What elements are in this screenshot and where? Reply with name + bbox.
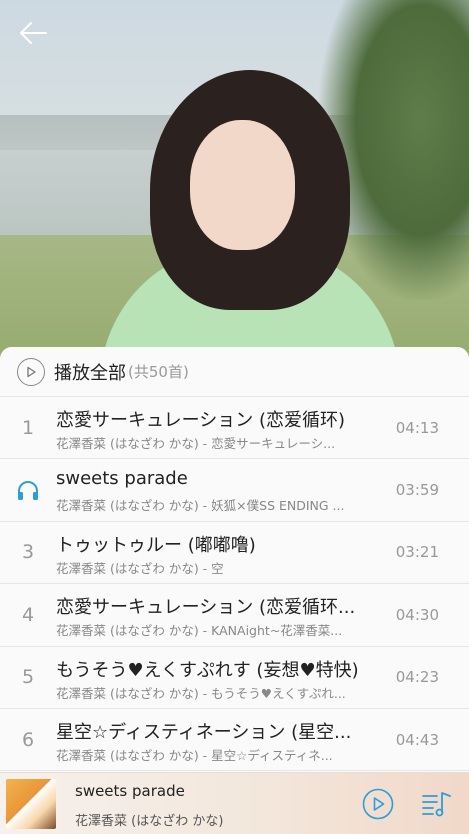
song-duration: 03:59 <box>395 481 439 500</box>
song-number: 6 <box>21 728 35 751</box>
song-row[interactable]: sweets parade 花澤香菜 (はなざわ かな) - 妖狐×僕SS END… <box>0 459 469 522</box>
play-all-row[interactable]: 播放全部 (共50首) <box>0 347 469 397</box>
song-title: 星空☆ディスティネーション (星空... <box>56 721 352 743</box>
song-number: 4 <box>21 603 35 626</box>
play-circle-icon <box>362 788 394 820</box>
playlist-button[interactable] <box>419 787 453 821</box>
arrow-left-icon <box>20 22 47 44</box>
headphones-icon <box>0 459 56 520</box>
song-row[interactable]: 1 恋愛サーキュレーション (恋爱循环) 花澤香菜 (はなざわ かな) - 恋愛サー… <box>0 397 469 460</box>
song-duration: 03:21 <box>395 543 439 562</box>
song-title: 恋愛サーキュレーション (恋爱循环) <box>56 410 346 431</box>
song-number: 3 <box>21 541 35 564</box>
song-duration: 04:23 <box>395 668 439 687</box>
cover-person-face <box>190 120 295 250</box>
song-row[interactable]: 6 星空☆ディスティネーション (星空... 花澤香菜 (はなざわ かな) - 星空… <box>0 708 469 772</box>
song-list-panel: 播放全部 (共50首) 1 恋愛サーキュレーション (恋爱循环) 花澤香菜 (はなざ… <box>0 347 469 834</box>
song-title: 恋愛サーキュレーション (恋爱循环... <box>56 597 356 619</box>
mini-player[interactable]: sweets parade 花澤香菜 (はなざわ かな) <box>0 772 469 834</box>
song-row[interactable]: 4 恋愛サーキュレーション (恋爱循环... 花澤香菜 (はなざわ かな) - KA… <box>0 584 469 647</box>
play-all-icon[interactable] <box>17 357 45 386</box>
song-artist-album: 花澤香菜 (はなざわ かな) - 恋愛サーキュレーシ... <box>56 436 336 451</box>
now-playing-title[interactable]: sweets parade <box>75 782 185 800</box>
song-number: 5 <box>21 666 35 689</box>
song-title: sweets parade <box>56 468 188 490</box>
song-artist-album: 花澤香菜 (はなざわ かな) - もうそう♥えくすぷれ... <box>56 685 346 701</box>
now-playing-artist: 花澤香菜 (はなざわ かな) <box>75 814 224 829</box>
play-all-label[interactable]: 播放全部 <box>54 359 126 385</box>
song-row[interactable]: 5 もうそう♥えくすぷれす (妄想♥特快) 花澤香菜 (はなざわ かな) - もうそ… <box>0 646 469 709</box>
song-list: 1 恋愛サーキュレーション (恋爱循环) 花澤香菜 (はなざわ かな) - 恋愛サー… <box>0 397 469 772</box>
song-duration: 04:13 <box>395 418 439 437</box>
song-number: 1 <box>21 416 35 439</box>
header-cover-image <box>0 0 469 360</box>
song-artist-album: 花澤香菜 (はなざわ かな) - 妖狐×僕SS ENDING ... <box>56 498 345 514</box>
playlist-icon <box>422 792 451 817</box>
play-button[interactable] <box>362 788 394 820</box>
song-title: もうそう♥えくすぷれす (妄想♥特快) <box>56 659 359 681</box>
song-duration: 04:43 <box>395 730 439 749</box>
album-thumbnail[interactable] <box>6 779 56 829</box>
song-artist-album: 花澤香菜 (はなざわ かな) - KANAight~花澤香菜... <box>56 623 343 639</box>
song-row[interactable]: 3 トゥットゥルー (嘟嘟噜) 花澤香菜 (はなざわ かな) - 空 03:21 <box>0 521 469 585</box>
song-count: (共50首) <box>128 363 189 381</box>
song-artist-album: 花澤香菜 (はなざわ かな) - 星空☆ディスティネ... <box>56 747 333 763</box>
song-title: トゥットゥルー (嘟嘟噜) <box>56 534 256 556</box>
song-artist-album: 花澤香菜 (はなざわ かな) - 空 <box>56 560 224 576</box>
back-button[interactable] <box>16 16 50 50</box>
song-duration: 04:30 <box>395 605 439 624</box>
